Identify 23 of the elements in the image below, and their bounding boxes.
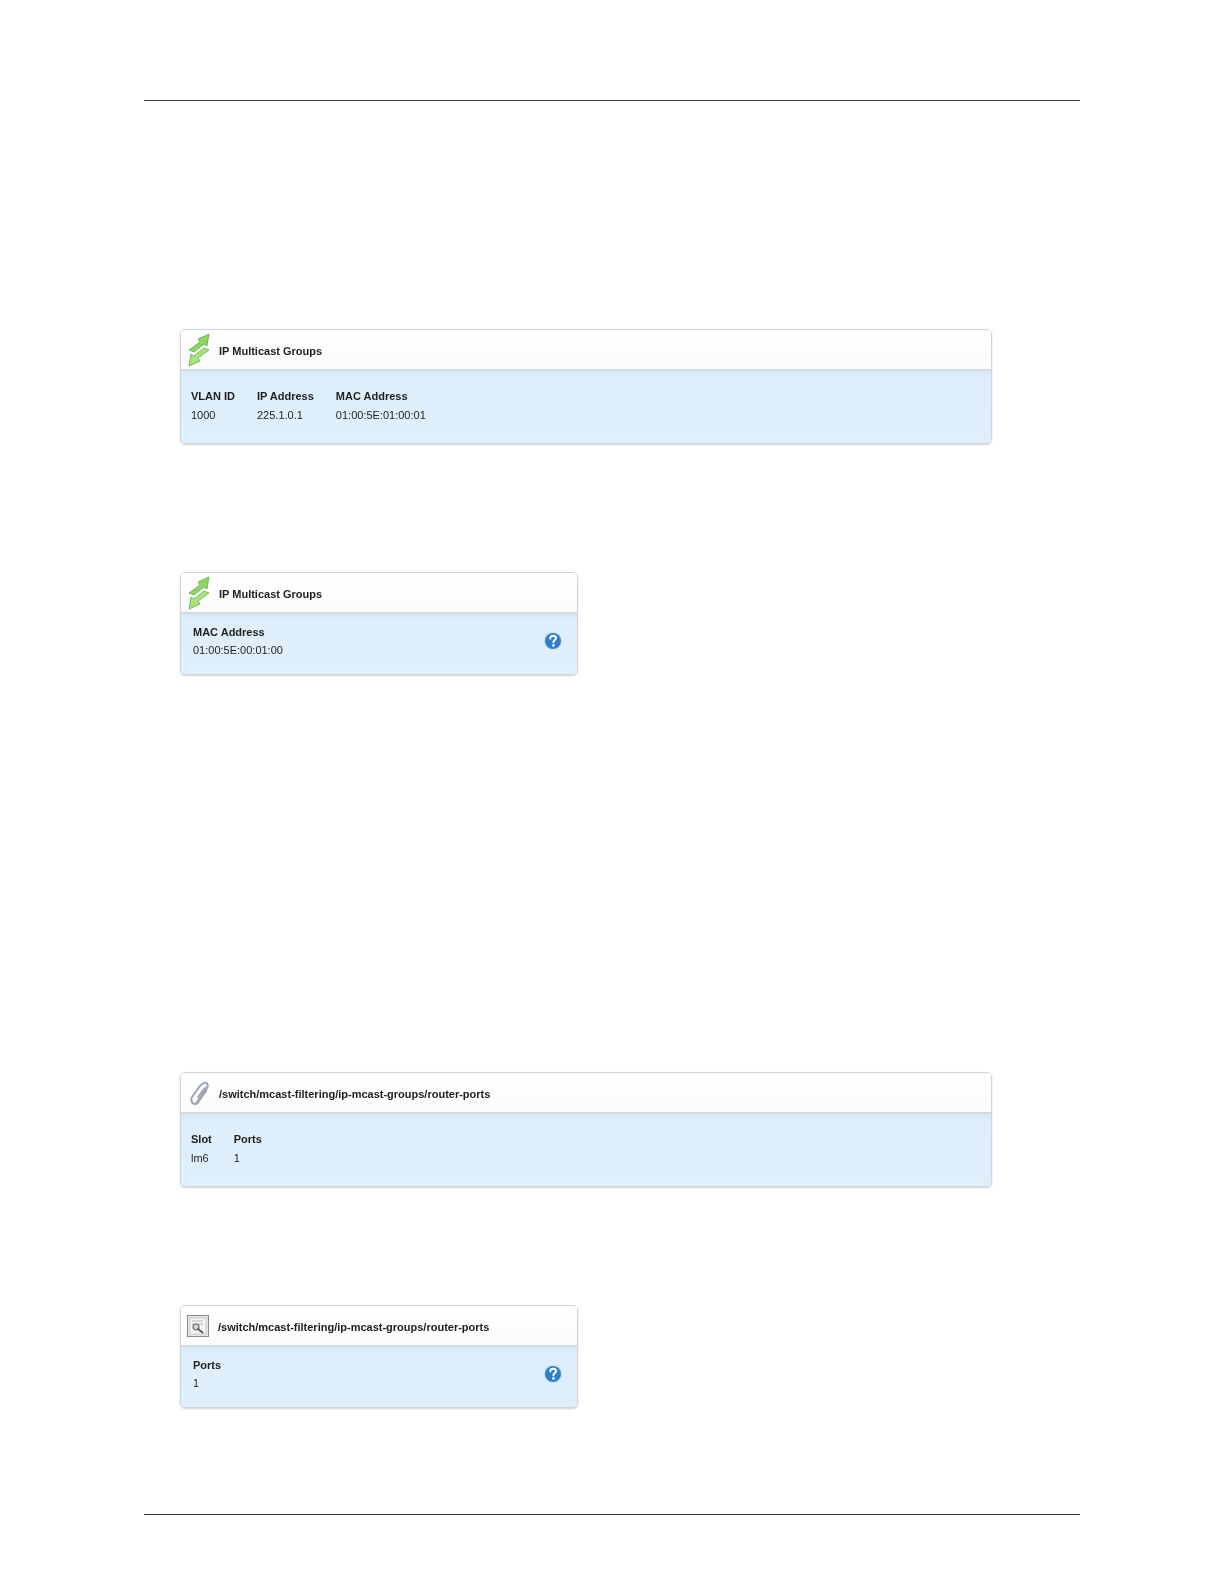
column-header: IP Address xyxy=(257,387,336,406)
table-cell-text: 01:00:5E:01:00:01 xyxy=(335,408,427,423)
help-icon[interactable] xyxy=(543,631,563,651)
panel-title: IP Multicast Groups xyxy=(219,586,323,600)
panel-title: /switch/mcast-filtering/ip-mcast-groups/router-ports xyxy=(219,1086,491,1100)
field-value: 01:00:5E:00:01:00 xyxy=(193,643,283,658)
column-header: Slot xyxy=(191,1130,234,1149)
column-header: Ports xyxy=(233,1132,263,1147)
panel-title: /switch/mcast-filtering/ip-mcast-groups/router-ports xyxy=(218,1319,490,1333)
field-label: Ports xyxy=(193,1358,222,1373)
field-value: 1 xyxy=(193,1376,201,1391)
panel-title: IP Multicast Groups xyxy=(219,343,323,357)
document-magnifier-icon xyxy=(187,1314,209,1337)
table-cell: 225.1.0.1 xyxy=(257,406,336,425)
arrows-icon xyxy=(187,575,211,610)
column-header: VLAN ID xyxy=(191,387,257,406)
column-header: MAC Address xyxy=(335,389,409,404)
table-cell: lm6 xyxy=(191,1149,234,1168)
table-cell: 1000 xyxy=(191,406,257,425)
help-icon[interactable] xyxy=(543,1364,563,1384)
field-label: MAC Address xyxy=(193,625,266,640)
arrows-icon xyxy=(187,332,211,367)
table-cell-text: 1 xyxy=(233,1151,241,1166)
